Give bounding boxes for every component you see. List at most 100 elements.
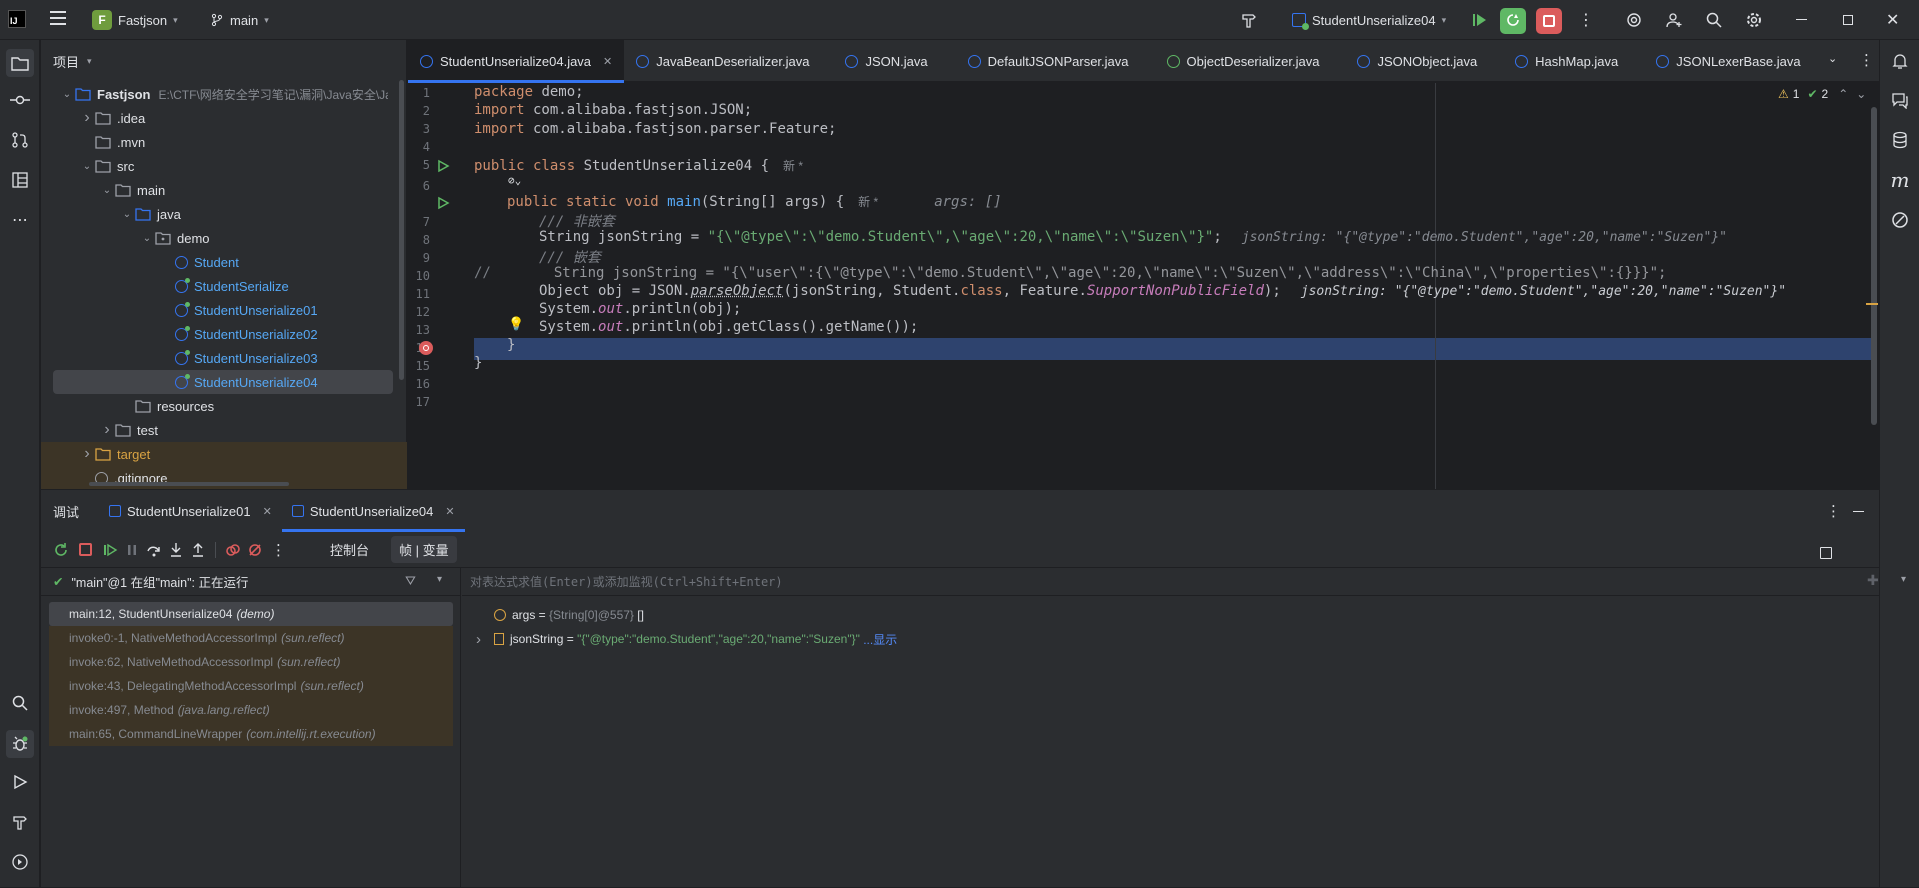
debug-session-tab[interactable]: StudentUnserialize04 ✕ bbox=[281, 490, 465, 532]
line-number[interactable]: 4 bbox=[408, 140, 430, 154]
tree-item-fastjson[interactable]: ⌄ Fastjson E:\CTF\网络安全学习笔记\漏洞\Java安全\Java5 bbox=[41, 82, 407, 106]
panel-minimize-icon[interactable] bbox=[1853, 511, 1864, 512]
tree-item-mvn[interactable]: .mvn bbox=[41, 130, 407, 154]
run-icon[interactable] bbox=[8, 770, 32, 794]
frames-variables-tab[interactable]: 帧 | 变量 bbox=[391, 536, 457, 563]
project-switcher[interactable]: F Fastjson ▾ bbox=[92, 8, 178, 32]
stack-frame[interactable]: invoke0:-1, NativeMethodAccessorImpl (sun… bbox=[49, 626, 453, 650]
debug-session-tab[interactable]: StudentUnserialize01 ✕ bbox=[99, 490, 282, 532]
chevron-down-icon[interactable]: ⌄ bbox=[99, 185, 115, 196]
settings-gear-icon[interactable] bbox=[1745, 11, 1763, 29]
pause-icon[interactable] bbox=[124, 542, 140, 558]
tree-item-student[interactable]: Student bbox=[41, 250, 407, 274]
tree-item-gitignore[interactable]: .gitignore bbox=[41, 466, 407, 490]
database-icon[interactable] bbox=[1888, 128, 1912, 152]
chevron-down-icon[interactable]: ⌄ bbox=[79, 161, 95, 172]
branch-switcher[interactable]: main ▾ bbox=[210, 8, 269, 32]
run-gutter-icon[interactable] bbox=[436, 196, 450, 210]
panel-more-icon[interactable]: ⋮ bbox=[1826, 502, 1841, 520]
stack-frame[interactable]: invoke:43, DelegatingMethodAccessorImpl(… bbox=[49, 674, 453, 698]
stack-frame[interactable]: invoke:62, NativeMethodAccessorImpl (sun.… bbox=[49, 650, 453, 674]
evaluate-expression-input[interactable]: 对表达式求值(Enter)或添加监视(Ctrl+Shift+Enter) ✚ ▾ bbox=[462, 568, 1906, 596]
stack-frame[interactable]: main:12, StudentUnserialize04 (demo) bbox=[49, 602, 453, 626]
variable-row[interactable]: args = {String[0]@557} [] bbox=[476, 605, 644, 625]
resume-icon[interactable] bbox=[1470, 11, 1488, 29]
build-hammer-icon[interactable] bbox=[1240, 11, 1258, 29]
more-actions-icon[interactable]: ⋮ bbox=[1578, 10, 1594, 30]
editor-tab[interactable]: JSON.java bbox=[833, 40, 955, 82]
chevron-down-icon[interactable]: ⌄ bbox=[59, 89, 75, 100]
line-number[interactable]: 5 bbox=[408, 158, 430, 172]
tree-item-studentunserialize03[interactable]: StudentUnserialize03 bbox=[41, 346, 407, 370]
chevron-down-icon[interactable]: ⌄ bbox=[119, 209, 135, 220]
line-number[interactable]: 8 bbox=[408, 233, 430, 247]
line-number[interactable]: 17 bbox=[408, 395, 430, 409]
chevron-right-icon[interactable]: › bbox=[79, 109, 95, 127]
tab-more-icon[interactable]: ⋮ bbox=[1859, 51, 1874, 69]
breakpoint-icon[interactable] bbox=[419, 341, 433, 355]
editor-scrollbar[interactable] bbox=[1871, 107, 1877, 425]
structure-icon[interactable] bbox=[8, 168, 32, 192]
tree-item-resources[interactable]: resources bbox=[41, 394, 407, 418]
tree-item-idea[interactable]: › .idea bbox=[41, 106, 407, 130]
layout-toggle-icon[interactable] bbox=[1820, 547, 1832, 559]
inspection-widget[interactable]: ⚠ 1 ✔ 2 ⌃ ⌄ bbox=[1778, 87, 1866, 101]
copilot-icon[interactable] bbox=[1888, 208, 1912, 232]
editor-tab[interactable]: JavaBeanDeserializer.java bbox=[624, 40, 833, 82]
tree-item-studentunserialize02[interactable]: StudentUnserialize02 bbox=[41, 322, 407, 346]
line-number[interactable]: 15 bbox=[408, 359, 430, 373]
restore-window-icon[interactable] bbox=[1843, 15, 1853, 25]
close-tab-icon[interactable]: ✕ bbox=[263, 505, 272, 518]
ai-suggestion-icon[interactable]: ⊘⌄ bbox=[508, 174, 521, 187]
stack-frame[interactable]: main:65, CommandLineWrapper (com.intellij… bbox=[49, 722, 453, 746]
build-hammer-icon[interactable] bbox=[8, 810, 32, 834]
close-tab-icon[interactable]: ✕ bbox=[603, 55, 612, 68]
chevron-down-icon[interactable]: ▾ bbox=[1901, 574, 1906, 585]
add-user-icon[interactable] bbox=[1665, 11, 1683, 29]
rerun-icon[interactable] bbox=[53, 542, 69, 558]
tree-item-test[interactable]: › test bbox=[41, 418, 407, 442]
commit-icon[interactable] bbox=[8, 88, 32, 112]
chevron-right-icon[interactable]: › bbox=[79, 445, 95, 463]
tree-item-demo[interactable]: ⌄ demo bbox=[41, 226, 407, 250]
add-watch-icon[interactable]: ✚ bbox=[1867, 572, 1879, 589]
editor-tab[interactable]: DefaultJSONParser.java bbox=[956, 40, 1155, 82]
thread-selector[interactable]: ✔ "main"@1 在组"main": 正在运行 ⛛ ▾ bbox=[41, 568, 461, 596]
tree-scrollbar[interactable] bbox=[399, 80, 404, 380]
search-icon[interactable] bbox=[8, 691, 32, 715]
project-folder-icon[interactable] bbox=[6, 49, 34, 77]
stop-button[interactable] bbox=[1536, 8, 1562, 34]
chevron-down-icon[interactable]: ⌄ bbox=[1856, 87, 1866, 101]
tab-overflow-chevron-icon[interactable]: ⌄ bbox=[1828, 52, 1837, 65]
more-tools-icon[interactable]: ⋯ bbox=[8, 208, 32, 232]
resume-icon[interactable] bbox=[102, 542, 118, 558]
tree-item-java[interactable]: ⌄ java bbox=[41, 202, 407, 226]
line-number[interactable]: 1 bbox=[408, 86, 430, 100]
rerun-debug-button[interactable] bbox=[1500, 8, 1526, 34]
line-number[interactable]: 3 bbox=[408, 122, 430, 136]
code-editor[interactable]: 1234567891011121314151617 ⚠1 ✔2 ⌃ ⌄ 💡 ⊘⌄… bbox=[408, 83, 1879, 489]
step-into-icon[interactable] bbox=[168, 542, 184, 558]
project-panel-header[interactable]: 项目 ▾ bbox=[41, 40, 406, 82]
line-number[interactable]: 2 bbox=[408, 104, 430, 118]
toolbar-more-icon[interactable]: ⋮ bbox=[271, 541, 286, 559]
chevron-down-icon[interactable]: ⌄ bbox=[139, 233, 155, 244]
lightbulb-icon[interactable]: 💡 bbox=[508, 317, 524, 332]
run-gutter-icon[interactable] bbox=[436, 159, 450, 173]
editor-tab[interactable]: HashMap.java bbox=[1503, 40, 1644, 82]
editor-tab[interactable]: JSONObject.java bbox=[1345, 40, 1503, 82]
minimize-window-icon[interactable] bbox=[1796, 19, 1807, 20]
notifications-bell-icon[interactable] bbox=[1888, 49, 1912, 73]
tree-hscrollbar[interactable] bbox=[89, 482, 289, 486]
chevron-right-icon[interactable]: › bbox=[99, 421, 115, 439]
ai-chat-icon[interactable] bbox=[1888, 88, 1912, 112]
editor-tab[interactable]: StudentUnserialize04.java ✕ bbox=[408, 40, 625, 83]
app-logo[interactable]: IJ bbox=[8, 10, 26, 28]
services-icon[interactable] bbox=[8, 850, 32, 874]
line-number[interactable]: 12 bbox=[408, 305, 430, 319]
tree-item-studentunserialize01[interactable]: StudentUnserialize01 bbox=[41, 298, 407, 322]
show-more-link[interactable]: ...显示 bbox=[860, 631, 897, 648]
line-number[interactable]: 11 bbox=[408, 287, 430, 301]
line-number[interactable]: 7 bbox=[408, 215, 430, 229]
stop-icon[interactable] bbox=[79, 543, 92, 556]
